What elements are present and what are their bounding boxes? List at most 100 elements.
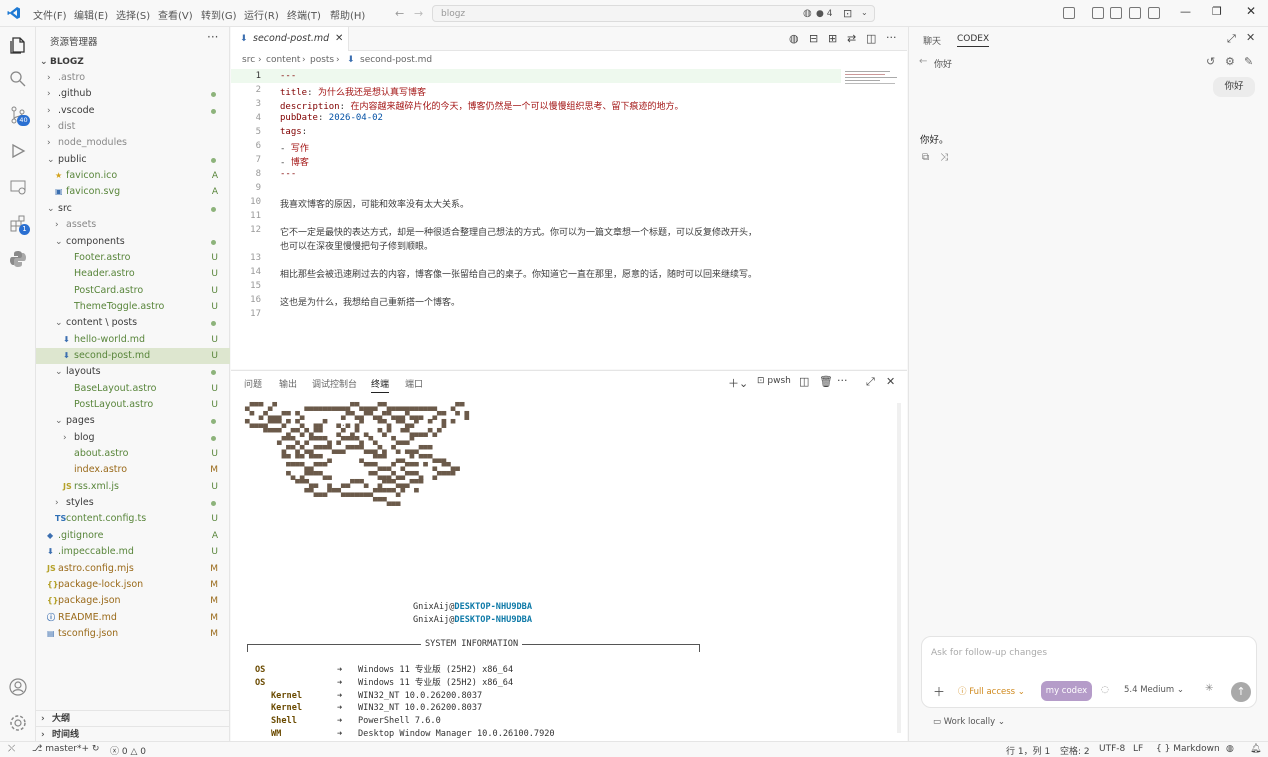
tree-folder[interactable]: › .vscode bbox=[36, 103, 230, 119]
tree-file[interactable]: ▣ favicon.svg A bbox=[36, 184, 230, 200]
panel-tab[interactable]: 问题 bbox=[244, 377, 262, 390]
open-changes-icon[interactable]: ⊞ bbox=[828, 32, 837, 45]
tree-folder[interactable]: ⌄ public bbox=[36, 152, 230, 168]
code-editor[interactable]: 1 --- 2 title: 为什么我还是想认真写博客 3 description: 在内… bbox=[231, 69, 907, 369]
outline-section[interactable]: › 大纲 bbox=[36, 710, 230, 726]
minimap[interactable] bbox=[843, 69, 903, 99]
timeline-section[interactable]: › 时间线 bbox=[36, 726, 230, 742]
chat-icon[interactable]: ⊡ bbox=[843, 7, 852, 20]
tree-folder[interactable]: › node_modules bbox=[36, 135, 230, 151]
explorer-icon[interactable] bbox=[8, 35, 28, 55]
indentation[interactable]: 空格: 2 bbox=[1060, 744, 1090, 757]
menu-item[interactable]: 编辑(E) bbox=[74, 7, 108, 22]
cursor-position[interactable]: 行 1，列 1 bbox=[1006, 744, 1050, 757]
split-editor-icon[interactable]: ◫ bbox=[866, 32, 876, 45]
terminal-scrollbar[interactable] bbox=[897, 403, 901, 733]
copilot-status-icon[interactable]: ◍ bbox=[1226, 744, 1234, 754]
tab-codex[interactable]: CODEX bbox=[957, 34, 990, 47]
send-button[interactable]: ↑ bbox=[1231, 682, 1251, 702]
end-of-line[interactable]: LF bbox=[1133, 744, 1143, 754]
fork-icon[interactable]: ⤨ bbox=[940, 152, 948, 163]
close-panel-icon[interactable]: ✕ bbox=[886, 375, 895, 388]
source-control-icon[interactable]: 40 bbox=[8, 105, 30, 126]
tree-file[interactable]: index.astro M bbox=[36, 462, 230, 478]
run-debug-icon[interactable] bbox=[8, 141, 28, 161]
tree-folder[interactable]: ⌄ layouts bbox=[36, 364, 230, 380]
split-terminal-icon[interactable]: ◫ bbox=[799, 375, 809, 388]
tree-file[interactable]: {} package-lock.json M bbox=[36, 577, 230, 593]
close-tab-icon[interactable]: ✕ bbox=[335, 27, 343, 51]
tree-file[interactable]: ⬇ second-post.md U bbox=[36, 347, 230, 364]
toggle-secondary-sidebar-icon[interactable] bbox=[1148, 7, 1160, 19]
nav-forward-icon[interactable]: → bbox=[414, 7, 423, 20]
breadcrumb-posts[interactable]: posts bbox=[310, 51, 334, 69]
breadcrumb-file[interactable]: second-post.md bbox=[360, 51, 432, 69]
add-attachment-icon[interactable]: ＋ bbox=[933, 683, 945, 700]
minimize-button[interactable]: — bbox=[1180, 5, 1191, 18]
back-arrow-icon[interactable]: ← bbox=[919, 56, 927, 67]
tree-file[interactable]: Header.astro U bbox=[36, 266, 230, 282]
tree-file[interactable]: PostLayout.astro U bbox=[36, 397, 230, 413]
toggle-sidebar-icon[interactable] bbox=[1110, 7, 1122, 19]
compare-icon[interactable]: ⇄ bbox=[847, 32, 856, 45]
menu-item[interactable]: 帮助(H) bbox=[330, 7, 365, 22]
menu-item[interactable]: 文件(F) bbox=[33, 7, 67, 22]
tree-folder[interactable]: › dist bbox=[36, 119, 230, 135]
model-selector[interactable]: 5.4 Medium ⌄ bbox=[1124, 685, 1184, 695]
maximize-chat-icon[interactable]: ⤢ bbox=[1227, 32, 1236, 46]
encoding[interactable]: UTF-8 bbox=[1099, 744, 1125, 754]
breadcrumb-content[interactable]: content bbox=[266, 51, 300, 69]
panel-more-icon[interactable]: ··· bbox=[837, 374, 848, 387]
open-preview-icon[interactable]: ⊟ bbox=[809, 32, 818, 45]
tree-file[interactable]: ⬇ hello-world.md U bbox=[36, 332, 230, 348]
menu-item[interactable]: 查看(V) bbox=[158, 7, 193, 22]
editor-more-icon[interactable]: ··· bbox=[886, 31, 897, 44]
account-icon[interactable] bbox=[8, 677, 28, 697]
tree-file[interactable]: {} package.json M bbox=[36, 593, 230, 609]
notifications-bell-icon[interactable]: 🔔︎ bbox=[1250, 744, 1261, 754]
nav-back-icon[interactable]: ← bbox=[395, 7, 404, 20]
panel-tab[interactable]: 端口 bbox=[405, 377, 423, 390]
tree-file[interactable]: BaseLayout.astro U bbox=[36, 381, 230, 397]
terminal-output[interactable]: ▄▀▀▀ ▄▀ ▄▄▄▄▄▄▄▄▄▄▀▀▄▄▄▄▀▀▄▄▄▄▄▄▄▄▄▄▄ ▄▀… bbox=[245, 402, 700, 739]
tree-folder[interactable]: ⌄ content \ posts bbox=[36, 315, 230, 331]
remote-indicator-icon[interactable]: ⤬ bbox=[8, 744, 15, 754]
more-actions-icon[interactable]: ··· bbox=[207, 30, 218, 44]
command-center-search[interactable]: blogz ◍ ● 4 ⊡ ⌄ bbox=[432, 5, 875, 22]
language-mode[interactable]: { } Markdown bbox=[1156, 744, 1220, 754]
settings-gear-icon[interactable] bbox=[8, 713, 28, 733]
access-selector[interactable]: ⓘ Full access ⌄ bbox=[958, 685, 1025, 697]
search-icon[interactable] bbox=[8, 69, 28, 89]
tree-file[interactable]: JS astro.config.mjs M bbox=[36, 561, 230, 577]
tree-folder[interactable]: › .astro bbox=[36, 70, 230, 86]
tree-file[interactable]: ▤ tsconfig.json M bbox=[36, 626, 230, 642]
tree-file[interactable]: ThemeToggle.astro U bbox=[36, 299, 230, 315]
voice-icon[interactable]: ✳ bbox=[1205, 683, 1213, 694]
tab-second-post[interactable]: ⬇ second-post.md ✕ bbox=[231, 27, 349, 51]
maximize-panel-icon[interactable]: ⤢ bbox=[866, 375, 875, 389]
codex-profile-chip[interactable]: my codex bbox=[1041, 681, 1092, 701]
tree-folder[interactable]: ⌄ pages bbox=[36, 413, 230, 429]
tab-chat[interactable]: 聊天 bbox=[923, 34, 941, 47]
customize-layout-icon[interactable] bbox=[1092, 7, 1104, 19]
kill-terminal-icon[interactable]: 🗑 bbox=[819, 375, 833, 388]
problems-count-badge[interactable]: ● 4 bbox=[816, 9, 832, 19]
terminal-shell-selector[interactable]: ⊡ pwsh bbox=[757, 376, 791, 386]
panel-tab[interactable]: 输出 bbox=[279, 377, 297, 390]
chevron-down-icon[interactable]: ⌄ bbox=[861, 8, 868, 17]
problems-indicator[interactable]: ⓧ 0 △ 0 bbox=[110, 744, 146, 757]
tree-folder[interactable]: ⌄ components bbox=[36, 234, 230, 250]
new-thread-icon[interactable]: ✎ bbox=[1244, 55, 1253, 68]
settings-icon[interactable]: ⚙ bbox=[1225, 55, 1235, 68]
history-icon[interactable]: ↺ bbox=[1206, 55, 1215, 68]
remote-explorer-icon[interactable] bbox=[8, 177, 28, 197]
tree-file[interactable]: TS content.config.ts U bbox=[36, 511, 230, 527]
work-locally-selector[interactable]: ▭ Work locally ⌄ bbox=[933, 717, 1005, 727]
extensions-icon[interactable]: 1 bbox=[8, 213, 30, 235]
tree-folder[interactable]: › styles bbox=[36, 495, 230, 511]
panel-tab[interactable]: 调试控制台 bbox=[312, 377, 357, 390]
tree-file[interactable]: about.astro U bbox=[36, 446, 230, 462]
tree-file[interactable]: ⓘ README.md M bbox=[36, 610, 230, 626]
python-icon[interactable] bbox=[8, 249, 28, 269]
copilot-icon[interactable]: ◍ bbox=[803, 8, 812, 19]
